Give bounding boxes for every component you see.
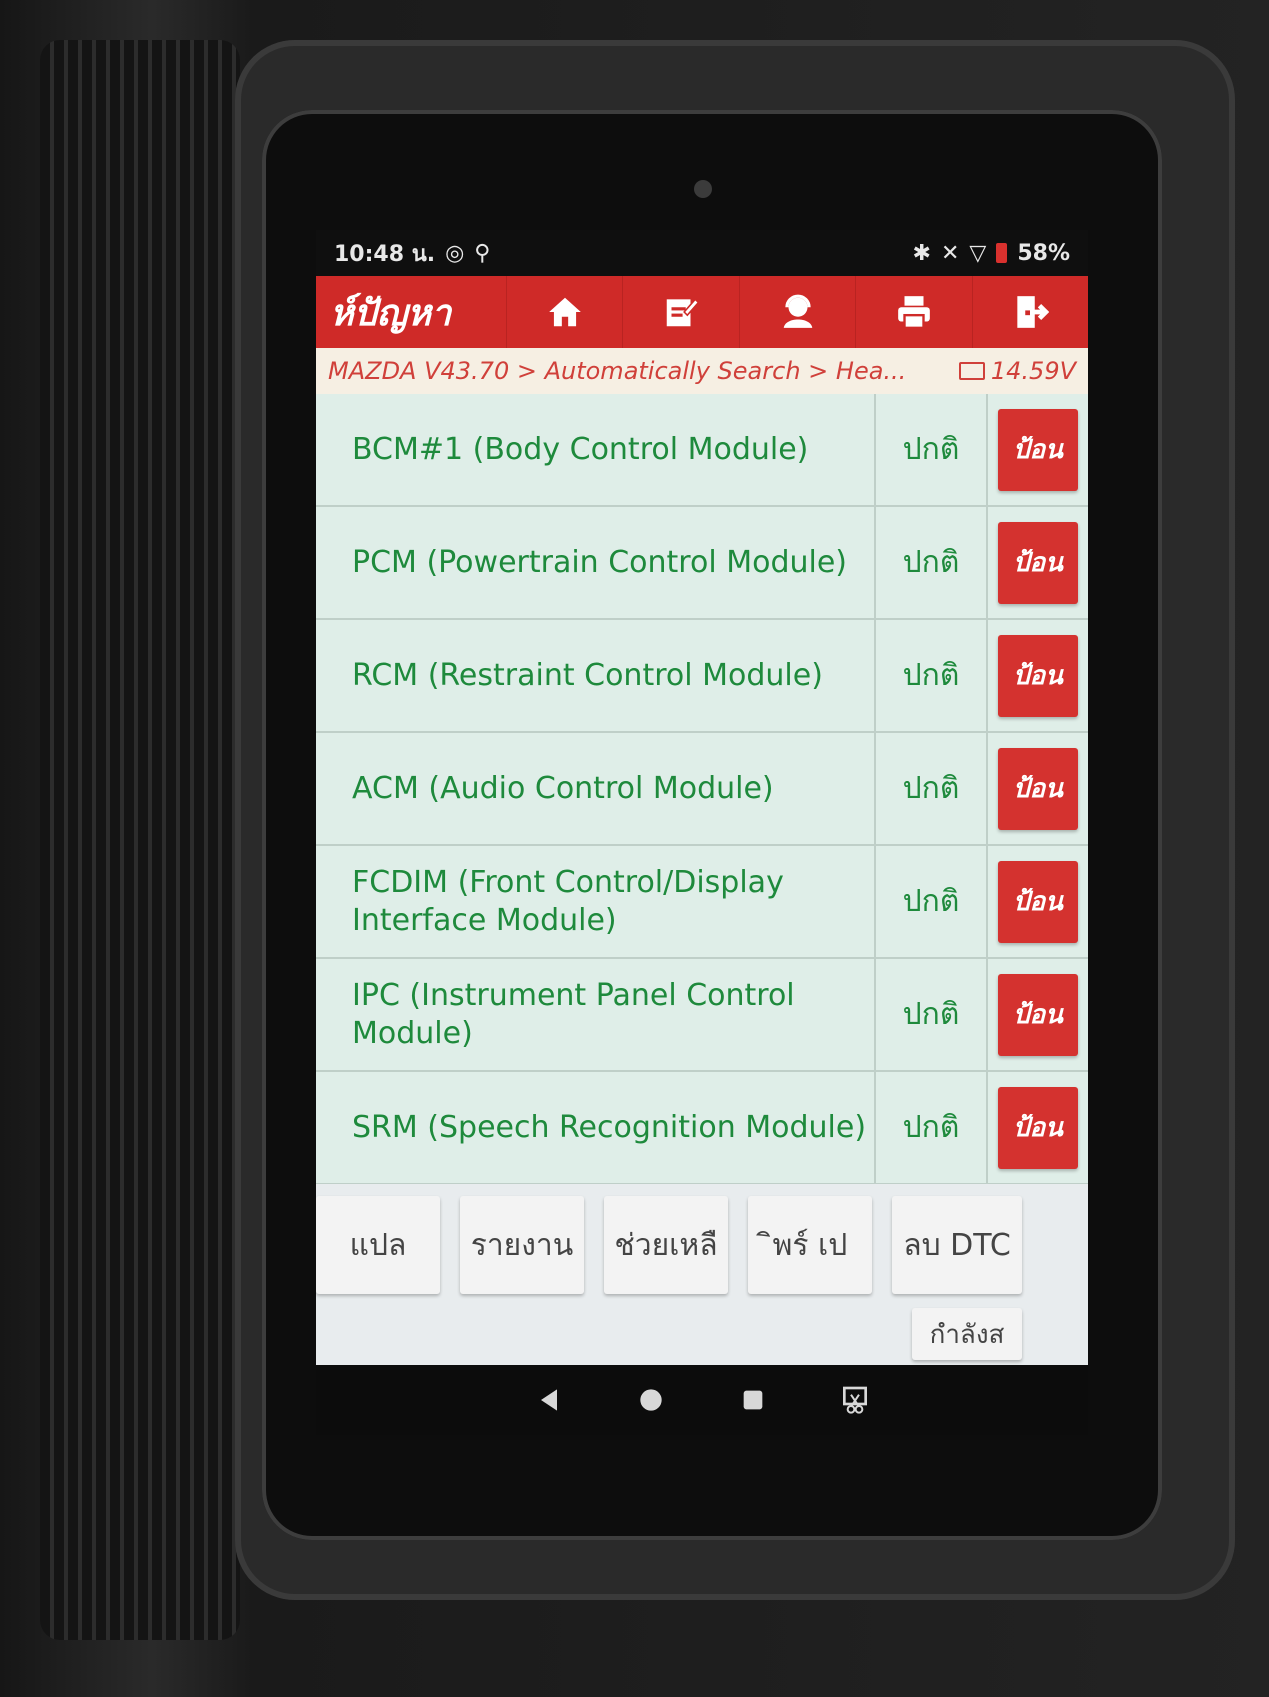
edit-icon bbox=[666, 298, 700, 327]
android-nav-bar bbox=[316, 1365, 1088, 1435]
enter-button[interactable]: ป้อน bbox=[998, 860, 1078, 943]
module-name: PCM (Powertrain Control Module) bbox=[316, 507, 876, 618]
notification-icon: ◎ bbox=[445, 240, 465, 266]
voltage-indicator: 14.59V bbox=[958, 357, 1076, 385]
module-status: ปกติ bbox=[876, 846, 988, 957]
module-row: ACM (Audio Control Module) ปกติ ป้อน bbox=[316, 733, 1088, 846]
module-status: ปกติ bbox=[876, 733, 988, 844]
bottom-action-panel: แปล รายงาน ช่วยเหลื ิพร์ เป ลบ DTC กำลัง… bbox=[316, 1184, 1088, 1365]
print-report-button[interactable]: ิพร์ เป bbox=[748, 1196, 872, 1294]
module-row: BCM#1 (Body Control Module) ปกติ ป้อน bbox=[316, 394, 1088, 507]
enter-button[interactable]: ป้อน bbox=[998, 634, 1078, 717]
mute-icon: ✕ bbox=[940, 240, 960, 266]
help-button[interactable]: ช่วยเหลื bbox=[604, 1196, 728, 1294]
translate-button[interactable]: แปล bbox=[316, 1196, 440, 1294]
status-bar: 10:48 น. ◎ ⚲ ✱ ✕ ▽ 58% bbox=[316, 230, 1088, 276]
enter-button[interactable]: ป้อน bbox=[998, 408, 1078, 491]
module-status: ปกติ bbox=[876, 959, 988, 1070]
battery-level: 58% bbox=[1017, 240, 1070, 266]
print-button[interactable] bbox=[855, 276, 971, 348]
breadcrumb-path[interactable]: MAZDA V43.70 > Automatically Search > He… bbox=[328, 357, 906, 385]
car-battery-icon bbox=[958, 362, 985, 380]
module-name: BCM#1 (Body Control Module) bbox=[316, 394, 876, 505]
camera-icon bbox=[694, 180, 712, 198]
module-row: PCM (Powertrain Control Module) ปกติ ป้อ… bbox=[316, 507, 1088, 620]
enter-button[interactable]: ป้อน bbox=[998, 747, 1078, 830]
back-icon[interactable] bbox=[533, 1384, 565, 1416]
enter-button[interactable]: ป้อน bbox=[998, 1086, 1078, 1169]
status-time: 10:48 น. bbox=[334, 241, 436, 267]
module-status: ปกติ bbox=[876, 394, 988, 505]
module-name: FCDIM (Front Control/Display Interface M… bbox=[316, 846, 876, 957]
module-status: ปกติ bbox=[876, 507, 988, 618]
support-button[interactable] bbox=[738, 276, 855, 348]
enter-button[interactable]: ป้อน bbox=[998, 973, 1078, 1056]
home-button[interactable] bbox=[506, 276, 622, 348]
voltage-value: 14.59V bbox=[990, 357, 1076, 385]
device-grip bbox=[40, 40, 240, 1640]
module-row: SRM (Speech Recognition Module) ปกติ ป้อ… bbox=[316, 1072, 1088, 1184]
recents-icon[interactable] bbox=[737, 1384, 769, 1416]
toolbar: ห์ปัญหา bbox=[316, 276, 1088, 348]
bluetooth-icon: ✱ bbox=[912, 240, 931, 266]
print-icon bbox=[898, 296, 930, 330]
breadcrumb: MAZDA V43.70 > Automatically Search > He… bbox=[316, 348, 1088, 394]
battery-icon bbox=[996, 243, 1008, 263]
user-support-icon bbox=[783, 294, 812, 328]
module-name: ACM (Audio Control Module) bbox=[316, 733, 876, 844]
home-icon bbox=[548, 297, 581, 327]
enter-button[interactable]: ป้อน bbox=[998, 521, 1078, 604]
usb-icon: ⚲ bbox=[474, 240, 491, 266]
toolbar-title: ห์ปัญหา bbox=[330, 292, 452, 334]
clear-dtc-button[interactable]: ลบ DTC bbox=[892, 1196, 1022, 1294]
module-name: RCM (Restraint Control Module) bbox=[316, 620, 876, 731]
report-button[interactable]: รายงาน bbox=[460, 1196, 584, 1294]
module-list[interactable]: BCM#1 (Body Control Module) ปกติ ป้อน PC… bbox=[316, 394, 1088, 1184]
module-status: ปกติ bbox=[876, 1072, 988, 1183]
module-row: FCDIM (Front Control/Display Interface M… bbox=[316, 846, 1088, 959]
module-row: IPC (Instrument Panel Control Module) ปก… bbox=[316, 959, 1088, 1072]
screenshot-icon[interactable] bbox=[839, 1384, 871, 1416]
edit-button[interactable] bbox=[622, 276, 738, 348]
module-name: SRM (Speech Recognition Module) bbox=[316, 1072, 876, 1183]
screen: 10:48 น. ◎ ⚲ ✱ ✕ ▽ 58% ห์ปัญหา MAZDA V43… bbox=[316, 230, 1088, 1365]
exit-button[interactable] bbox=[971, 276, 1088, 348]
module-row: RCM (Restraint Control Module) ปกติ ป้อน bbox=[316, 620, 1088, 733]
exit-icon bbox=[1017, 296, 1050, 328]
loading-button[interactable]: กำลังส bbox=[912, 1308, 1022, 1360]
module-name: IPC (Instrument Panel Control Module) bbox=[316, 959, 876, 1070]
wifi-icon: ▽ bbox=[969, 240, 987, 266]
home-nav-icon[interactable] bbox=[635, 1384, 667, 1416]
module-status: ปกติ bbox=[876, 620, 988, 731]
